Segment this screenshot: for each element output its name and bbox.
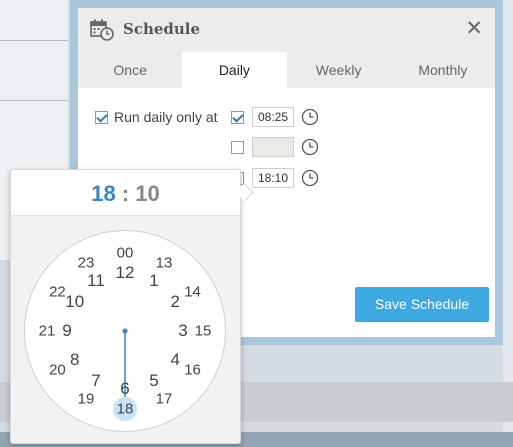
background-edge <box>503 0 513 447</box>
clock-picker-header: 18 : 10 <box>11 170 240 216</box>
tab-daily[interactable]: Daily <box>182 52 287 88</box>
run-daily-checkbox[interactable] <box>95 110 108 124</box>
clock-number-18[interactable]: 18 <box>117 401 134 418</box>
clock-number-15[interactable]: 15 <box>195 323 212 340</box>
clock-number-6[interactable]: 6 <box>120 379 129 399</box>
background-divider <box>0 100 68 101</box>
clock-number-16[interactable]: 16 <box>184 362 201 379</box>
clock-number-20[interactable]: 20 <box>49 362 66 379</box>
clock-icon[interactable] <box>301 108 319 126</box>
clock-number-8[interactable]: 8 <box>70 350 79 370</box>
time-separator: : <box>121 181 130 206</box>
clock-number-7[interactable]: 7 <box>91 371 100 391</box>
schedule-tabs: Once Daily Weekly Monthly <box>78 52 495 88</box>
run-daily-label: Run daily only at <box>114 109 218 125</box>
time-display: 18 : 10 <box>11 181 240 207</box>
clock-number-13[interactable]: 13 <box>156 255 173 272</box>
run-daily-row: Run daily only at <box>95 109 218 125</box>
clock-number-9[interactable]: 9 <box>62 321 71 341</box>
clock-number-17[interactable]: 17 <box>156 390 173 407</box>
clock-number-00[interactable]: 00 <box>117 245 134 262</box>
clock-number-2[interactable]: 2 <box>170 292 179 312</box>
tab-monthly[interactable]: Monthly <box>391 52 495 88</box>
time-2-checkbox[interactable] <box>231 140 244 154</box>
hour-display[interactable]: 18 <box>91 181 115 206</box>
clock-number-4[interactable]: 4 <box>170 350 179 370</box>
clock-number-14[interactable]: 14 <box>184 284 201 301</box>
dialog-header: Schedule ✕ Once Daily Weekly Monthly <box>78 8 495 88</box>
time-row-2 <box>231 137 319 157</box>
calendar-clock-icon <box>90 19 114 41</box>
clock-icon[interactable] <box>301 169 319 187</box>
time-row-1: 08:25 <box>231 107 319 127</box>
clock-number-22[interactable]: 22 <box>49 284 66 301</box>
background-divider <box>0 40 68 41</box>
clock-number-5[interactable]: 5 <box>149 371 158 391</box>
clock-number-10[interactable]: 10 <box>65 292 84 312</box>
clock-number-1[interactable]: 1 <box>149 271 158 291</box>
clock-number-23[interactable]: 23 <box>78 255 95 272</box>
save-schedule-button[interactable]: Save Schedule <box>355 287 489 322</box>
clock-picker-popup: 18 : 10 00 13 14 15 16 17 18 19 20 21 22 23 12 1 2 3 4 5 6… <box>10 169 254 444</box>
close-icon[interactable]: ✕ <box>465 17 483 41</box>
tab-once[interactable]: Once <box>78 52 182 88</box>
tab-weekly[interactable]: Weekly <box>287 52 391 88</box>
clock-number-3[interactable]: 3 <box>178 321 187 341</box>
time-1-field[interactable]: 08:25 <box>252 107 294 127</box>
minute-display[interactable]: 10 <box>135 181 159 206</box>
time-1-checkbox[interactable] <box>231 110 244 124</box>
time-2-field[interactable] <box>252 137 294 157</box>
clock-number-11[interactable]: 11 <box>87 271 105 291</box>
clock-number-12[interactable]: 12 <box>116 263 135 283</box>
dialog-title: Schedule <box>123 20 201 38</box>
clock-number-21[interactable]: 21 <box>39 323 56 340</box>
clock-dial[interactable]: 00 13 14 15 16 17 18 19 20 21 22 23 12 1 2 3 4 5 6 7 8 9 10 11 <box>24 230 226 432</box>
clock-icon[interactable] <box>301 138 319 156</box>
clock-number-19[interactable]: 19 <box>78 390 95 407</box>
time-3-field[interactable]: 18:10 <box>252 168 294 188</box>
